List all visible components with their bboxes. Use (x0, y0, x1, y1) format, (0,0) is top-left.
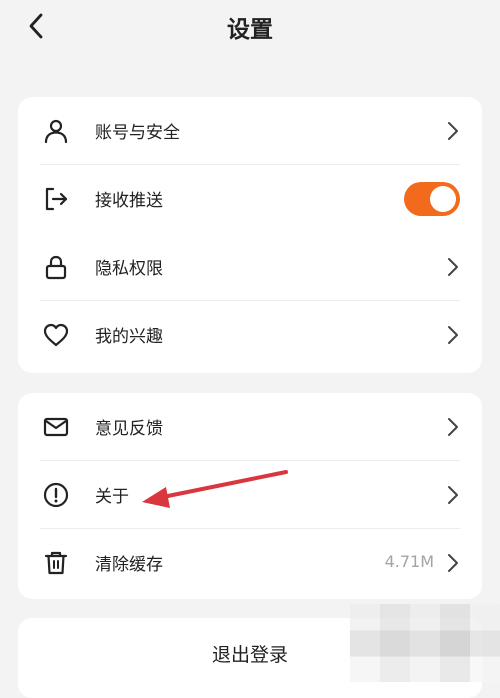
chevron-right-icon (448, 122, 458, 140)
trash-icon (44, 551, 68, 575)
settings-item-privacy[interactable]: 隐私权限 (18, 233, 482, 301)
settings-item-label: 接收推送 (95, 191, 163, 211)
header-bar: 设置 (0, 0, 500, 56)
settings-item-clear-cache[interactable]: 清除缓存 4.71M (18, 529, 482, 597)
push-toggle[interactable] (404, 182, 460, 216)
mail-icon (43, 417, 69, 437)
person-icon (44, 119, 68, 144)
settings-item-label: 清除缓存 (95, 555, 163, 575)
watermark-mosaic (350, 604, 500, 682)
settings-item-label: 关于 (95, 487, 129, 507)
cache-size-value: 4.71M (384, 552, 434, 571)
lock-icon (45, 255, 67, 280)
page-title: 设置 (227, 17, 273, 43)
settings-item-about[interactable]: 关于 (18, 461, 482, 529)
chevron-right-icon (448, 326, 458, 344)
chevron-right-icon (448, 418, 458, 436)
logout-arrow-icon (45, 187, 68, 211)
settings-item-push: 接收推送 (18, 165, 482, 233)
settings-item-label: 账号与安全 (95, 123, 180, 143)
settings-item-label: 隐私权限 (95, 259, 163, 279)
heart-icon (43, 323, 69, 347)
settings-item-label: 意见反馈 (95, 419, 163, 439)
chevron-right-icon (448, 486, 458, 504)
settings-item-interests[interactable]: 我的兴趣 (18, 301, 482, 369)
chevron-right-icon (448, 554, 458, 572)
settings-group-1: 账号与安全 接收推送 隐私权限 我的兴趣 (18, 97, 482, 373)
settings-item-feedback[interactable]: 意见反馈 (18, 393, 482, 461)
settings-group-2: 意见反馈 关于 清除缓存 4.71M (18, 393, 482, 599)
info-circle-icon (43, 482, 69, 508)
chevron-right-icon (448, 258, 458, 276)
toggle-knob (430, 186, 456, 212)
settings-item-label: 我的兴趣 (95, 327, 163, 347)
settings-item-account-security[interactable]: 账号与安全 (18, 97, 482, 165)
